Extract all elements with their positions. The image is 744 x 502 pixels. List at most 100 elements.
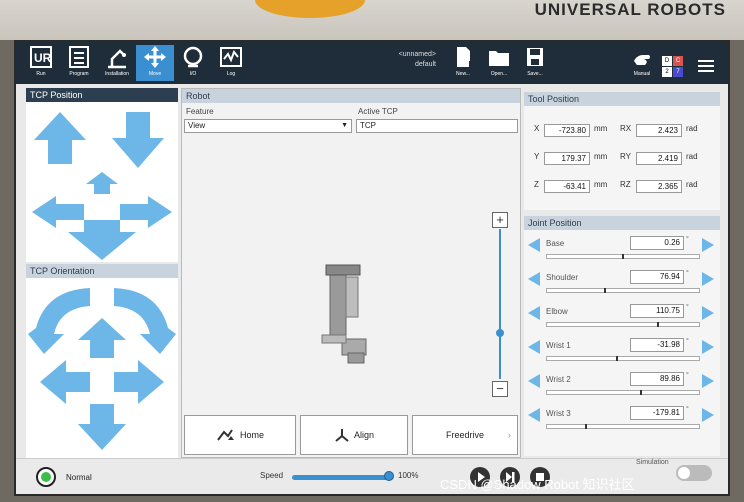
tab-run[interactable]: UR Run (22, 45, 60, 81)
robot-3d-view[interactable] (312, 249, 382, 369)
program-name: <unnamed> (398, 51, 436, 58)
home-button[interactable]: Home (184, 415, 296, 455)
joint-value[interactable]: 0.26 (630, 236, 684, 250)
speed-value: 100% (398, 471, 419, 480)
joint-increase-arrow-icon[interactable] (702, 306, 714, 320)
joint-range-bar (546, 390, 700, 395)
brand-logo: UNIVERSAL ROBOTS (534, 0, 726, 19)
svg-text:UR: UR (34, 51, 52, 65)
joint-range-bar (546, 288, 700, 293)
joint-value[interactable]: 110.75 (630, 304, 684, 318)
joint-value[interactable]: 76.94 (630, 270, 684, 284)
badge-2: 2 (662, 67, 672, 77)
joint-decrease-arrow-icon[interactable] (528, 340, 540, 354)
joint-value[interactable]: 89.86 (630, 372, 684, 386)
tool-rx-value[interactable]: 2.423 (636, 124, 682, 137)
joint-increase-arrow-icon[interactable] (702, 238, 714, 252)
teach-pendant-screen: UR Run Program Installation Move I/O Log… (14, 40, 730, 496)
joint-decrease-arrow-icon[interactable] (528, 408, 540, 422)
zoom-out-button[interactable]: − (492, 381, 508, 397)
robot-header: Robot (182, 89, 520, 103)
joint-decrease-arrow-icon[interactable] (528, 306, 540, 320)
tcp-position-header: TCP Position (26, 88, 178, 102)
feature-label: Feature (186, 107, 214, 116)
badge-7: 7 (673, 67, 683, 77)
joint-name: Wrist 2 (546, 375, 571, 384)
open-file-label: Open... (490, 71, 508, 77)
joint-value[interactable]: -179.81 (630, 406, 684, 420)
align-label: Align (353, 430, 374, 440)
joint-position-header: Joint Position (524, 216, 720, 230)
simulation-toggle[interactable] (676, 465, 712, 481)
zoom-slider-track[interactable] (499, 229, 501, 379)
joint-increase-arrow-icon[interactable] (702, 408, 714, 422)
tool-rz-value[interactable]: 2.365 (636, 180, 682, 193)
tab-program[interactable]: Program (60, 45, 98, 81)
joint-increase-arrow-icon[interactable] (702, 340, 714, 354)
feature-select[interactable]: View ▼ (184, 119, 352, 133)
zoom-in-button[interactable]: + (492, 212, 508, 228)
tilt-left-arrow-icon[interactable] (40, 360, 90, 404)
save-file-label: Save... (527, 71, 543, 77)
align-button[interactable]: Align (300, 415, 408, 455)
tool-z-unit: mm (594, 180, 608, 189)
tool-ry-value[interactable]: 2.419 (636, 152, 682, 165)
tilt-up-arrow-icon[interactable] (78, 318, 126, 358)
save-icon (527, 48, 543, 66)
log-icon (220, 47, 242, 67)
new-file-button[interactable]: New... (444, 45, 482, 81)
rotate-cw-arrow-icon[interactable] (114, 288, 176, 354)
speed-slider-thumb[interactable] (384, 471, 394, 481)
active-tcp-select[interactable]: TCP (356, 119, 518, 133)
joint-row-wrist-3: Wrist 3 -179.81 ° (524, 406, 718, 436)
tab-log[interactable]: Log (212, 45, 250, 81)
joint-row-shoulder: Shoulder 76.94 ° (524, 270, 718, 300)
joint-name: Base (546, 239, 565, 248)
move-left-arrow-icon[interactable] (32, 196, 84, 228)
move-up-left-arrow-icon[interactable] (34, 112, 86, 164)
tool-y-unit: mm (594, 152, 608, 161)
move-right-arrow-icon[interactable] (120, 196, 172, 228)
move-icon (144, 46, 166, 68)
tab-move[interactable]: Move (136, 45, 174, 81)
joint-increase-arrow-icon[interactable] (702, 374, 714, 388)
open-file-button[interactable]: Open... (480, 45, 518, 81)
axis-z-label: Z (534, 180, 539, 189)
tool-x-value[interactable]: -723.80 (544, 124, 590, 137)
tab-io[interactable]: I/O (174, 45, 212, 81)
joint-increase-arrow-icon[interactable] (702, 272, 714, 286)
joint-position-tick (584, 424, 587, 429)
rotate-ccw-arrow-icon[interactable] (28, 288, 90, 354)
freedrive-button[interactable]: Freedrive › (412, 415, 518, 455)
tilt-down-arrow-icon[interactable] (78, 404, 126, 450)
tab-installation[interactable]: Installation (98, 45, 136, 81)
simulation-label: Simulation (636, 459, 669, 466)
joint-decrease-arrow-icon[interactable] (528, 272, 540, 286)
joint-name: Wrist 3 (546, 409, 571, 418)
move-down-right-arrow-icon[interactable] (112, 112, 164, 168)
zoom-slider-thumb[interactable] (496, 329, 504, 337)
freedrive-label: Freedrive (445, 430, 484, 440)
move-up-arrow-icon[interactable] (86, 172, 118, 194)
joint-name: Wrist 1 (546, 341, 571, 350)
speed-slider-track[interactable] (292, 475, 388, 480)
manual-mode-button[interactable]: Manual (624, 45, 660, 81)
robot-status-icon[interactable] (36, 467, 56, 487)
save-file-button[interactable]: Save... (516, 45, 554, 81)
joint-value[interactable]: -31.98 (630, 338, 684, 352)
joint-unit: ° (686, 236, 689, 243)
hamburger-menu-icon[interactable] (698, 60, 714, 72)
speed-label: Speed (260, 471, 284, 480)
tcp-orientation-pad (26, 278, 178, 458)
joint-decrease-arrow-icon[interactable] (528, 238, 540, 252)
move-down-arrow-icon[interactable] (68, 220, 136, 260)
manual-label: Manual (633, 71, 651, 77)
joint-unit: ° (686, 270, 689, 277)
joint-decrease-arrow-icon[interactable] (528, 374, 540, 388)
tool-z-value[interactable]: -63.41 (544, 180, 590, 193)
tool-y-value[interactable]: 179.37 (544, 152, 590, 165)
joint-range-bar (546, 322, 700, 327)
axis-x-label: X (534, 124, 540, 133)
tilt-right-arrow-icon[interactable] (114, 360, 164, 404)
tab-installation-label: Installation (105, 71, 129, 77)
